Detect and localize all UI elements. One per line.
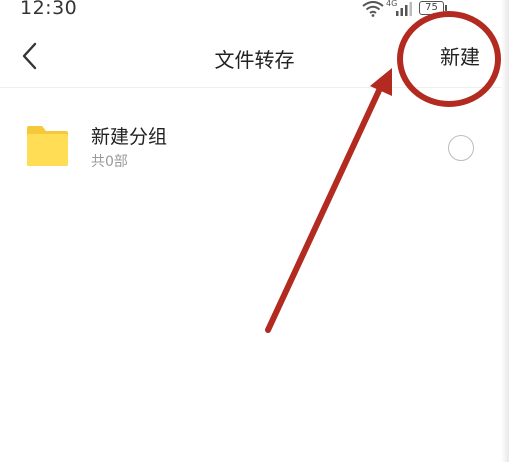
battery-level: 75 bbox=[425, 2, 438, 13]
folder-icon bbox=[27, 126, 68, 166]
folder-list-item[interactable]: 新建分组 共0部 bbox=[0, 112, 509, 176]
wifi-icon bbox=[362, 1, 384, 17]
battery-icon: 75 bbox=[419, 1, 444, 15]
folder-name: 新建分组 bbox=[91, 126, 168, 148]
status-time: 12:30 bbox=[20, 0, 78, 19]
new-button[interactable]: 新建 bbox=[430, 42, 490, 72]
signal-icon bbox=[396, 2, 412, 16]
header-divider bbox=[0, 87, 509, 88]
folder-count: 共0部 bbox=[91, 154, 128, 170]
screen-edge bbox=[501, 0, 509, 462]
nav-bar: 文件转存 新建 bbox=[0, 22, 509, 88]
status-icons: 4G 75 bbox=[362, 0, 472, 18]
battery-tip bbox=[445, 5, 447, 11]
folder-select-radio[interactable] bbox=[448, 135, 474, 161]
status-bar: 12:30 4G 75 bbox=[0, 0, 509, 22]
